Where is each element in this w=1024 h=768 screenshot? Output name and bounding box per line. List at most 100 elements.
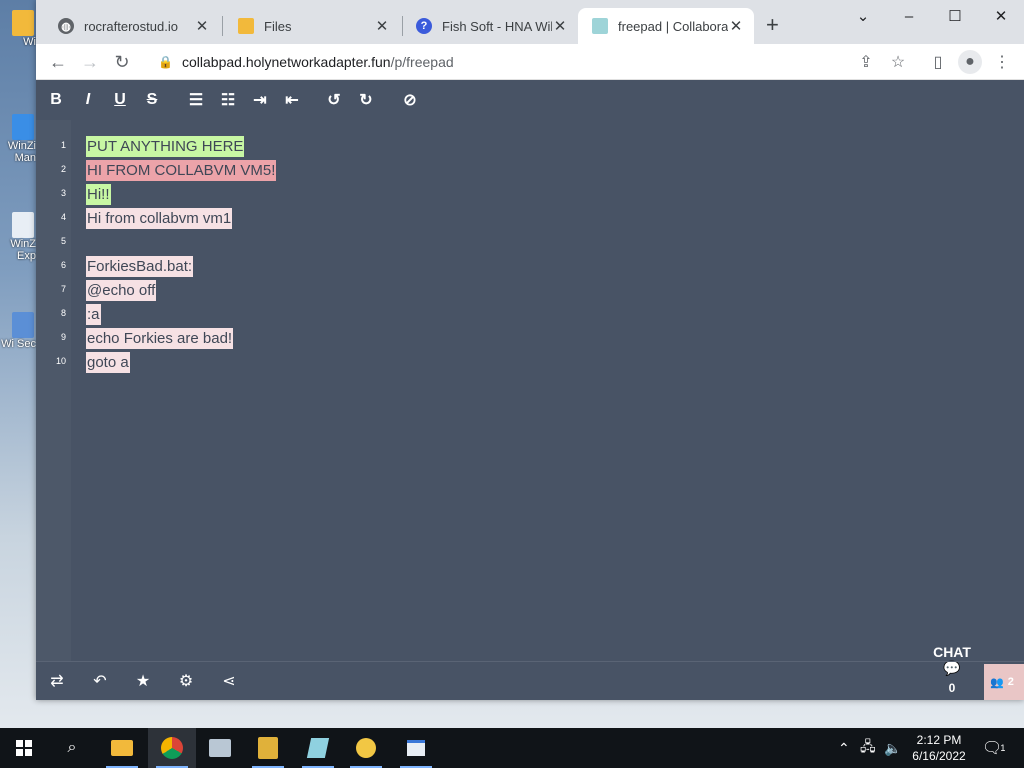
tab-rocrafterostud[interactable]: ◍ rocrafterostud.io ✕ (44, 8, 220, 44)
undo-icon[interactable]: ↺ (322, 88, 346, 112)
line-number: 6 (60, 260, 66, 270)
forward-button[interactable]: → (78, 50, 102, 74)
underline-button[interactable]: U (108, 88, 132, 112)
address-bar[interactable]: 🔒 collabpad.holynetworkadapter.fun/p/fre… (146, 48, 901, 76)
share-icon[interactable]: ⋖ (218, 670, 240, 692)
chat-label: CHAT (933, 644, 971, 660)
tab-freepad[interactable]: freepad | Collaborative ✕ (578, 8, 754, 44)
desktop-icon-label: WinZi Man (7, 140, 36, 164)
help-icon: ? (416, 18, 432, 34)
tab-title: rocrafterostud.io (84, 18, 178, 34)
tab-files[interactable]: Files ✕ (224, 8, 400, 44)
close-icon[interactable]: ✕ (374, 17, 390, 35)
indent-icon[interactable]: ⇥ (248, 88, 272, 112)
pad-line-text[interactable] (86, 240, 88, 244)
notepad-app-icon[interactable] (294, 728, 342, 768)
desktop-icon[interactable]: Wi Sec (0, 312, 36, 350)
pad-line[interactable]: :a (86, 302, 276, 326)
pad-line-text[interactable]: Hi!! (86, 183, 111, 205)
pad-line-text[interactable]: HI FROM COLLABVM VM5! (86, 159, 277, 181)
star-icon[interactable]: ★ (132, 670, 154, 692)
outdent-icon[interactable]: ⇤ (280, 88, 304, 112)
file-explorer-icon[interactable] (98, 728, 146, 768)
desktop-icons: Wi WinZi Man WinZ Exp Wi Sec (0, 0, 36, 728)
taskbar: ⌕ ⌃ 🖧 🔈 2:12 PM 6/16/2022 🗨 1 (0, 728, 1024, 768)
desktop-icon[interactable]: WinZi Man (0, 114, 36, 164)
pad-line[interactable]: @echo off (86, 278, 276, 302)
start-button[interactable] (0, 728, 48, 768)
tab-separator (222, 16, 223, 36)
pad-lines[interactable]: PUT ANYTHING HERE HI FROM COLLABVM VM5! … (86, 134, 277, 374)
close-window-button[interactable]: ✕ (978, 0, 1024, 32)
pad-line[interactable]: goto a (86, 350, 276, 374)
profile-icon[interactable]: ● (958, 50, 982, 74)
pad-line[interactable]: PUT ANYTHING HERE (86, 134, 276, 158)
desktop-icon[interactable]: WinZ Exp (0, 212, 36, 262)
pad-line[interactable]: Hi from collabvm vm1 (86, 206, 276, 230)
chevron-up-icon[interactable]: ⌃ (838, 728, 850, 768)
tab-title: Files (264, 18, 292, 34)
pad-line-text[interactable]: @echo off (86, 279, 157, 301)
pad-editor[interactable]: 1 2 3 4 5 6 7 8 9 10 PUT ANYTHING HERE H… (36, 120, 1024, 695)
redo-icon[interactable]: ↻ (354, 88, 378, 112)
gear-icon[interactable]: ⚙ (175, 670, 197, 692)
pad-line-text[interactable]: Hi from collabvm vm1 (86, 207, 233, 229)
clock[interactable]: 2:12 PM 6/16/2022 (904, 732, 974, 764)
archive-app-icon[interactable] (244, 728, 292, 768)
unordered-list-icon[interactable]: ☷ (216, 88, 240, 112)
strikethrough-button[interactable]: S (140, 88, 164, 112)
pad-line[interactable]: ForkiesBad.bat: (86, 254, 276, 278)
users-button[interactable]: 👥 2 (984, 664, 1024, 700)
globe-icon: ◍ (58, 18, 74, 34)
share-icon[interactable]: ⇪ (854, 50, 878, 74)
network-app-icon[interactable] (196, 728, 244, 768)
menu-icon[interactable]: ⋮ (990, 50, 1014, 74)
chevron-down-icon[interactable]: ⌄ (840, 0, 886, 32)
pad-line-text[interactable]: :a (86, 303, 101, 325)
pad-line[interactable]: HI FROM COLLABVM VM5! (86, 158, 277, 182)
line-number: 10 (55, 356, 66, 366)
minimize-button[interactable]: – (886, 0, 932, 32)
volume-icon[interactable]: 🔈 (884, 728, 901, 768)
pad-line[interactable] (86, 230, 276, 254)
search-icon[interactable]: ⌕ (48, 728, 96, 768)
lock-icon[interactable]: 🔒 (158, 55, 173, 69)
bookmark-star-icon[interactable]: ☆ (886, 50, 910, 74)
desktop-icon[interactable]: Wi (0, 10, 36, 48)
line-number: 9 (60, 332, 66, 342)
close-icon[interactable]: ✕ (728, 17, 744, 35)
maximize-button[interactable]: ☐ (932, 0, 978, 32)
notification-icon[interactable]: 🗨 1 (982, 728, 1005, 768)
line-number: 8 (60, 308, 66, 318)
pad-line-text[interactable]: echo Forkies are bad! (86, 327, 234, 349)
chrome-icon[interactable] (148, 728, 196, 768)
browser-window: ◍ rocrafterostud.io ✕ Files ✕ ? Fish Sof… (36, 0, 1024, 700)
bold-button[interactable]: B (44, 88, 68, 112)
pad-line-text[interactable]: PUT ANYTHING HERE (86, 135, 245, 157)
users-count: 2 (1007, 676, 1014, 688)
import-export-icon[interactable]: ⇄ (46, 670, 68, 692)
pad-line[interactable]: echo Forkies are bad! (86, 326, 276, 350)
clock-time: 2:12 PM (916, 733, 962, 747)
tab-fish-soft[interactable]: ? Fish Soft - HNA Wiki ✕ (402, 8, 578, 44)
back-button[interactable]: ← (46, 50, 70, 74)
ordered-list-icon[interactable]: ☰ (184, 88, 208, 112)
notepad-icon (592, 18, 608, 34)
close-icon[interactable]: ✕ (194, 17, 210, 35)
close-icon[interactable]: ✕ (552, 17, 568, 35)
pad-line-text[interactable]: goto a (86, 351, 130, 373)
pad-line-text[interactable]: ForkiesBad.bat: (86, 255, 194, 277)
desktop-icon-label: Wi (23, 36, 36, 48)
face-app-icon[interactable] (342, 728, 390, 768)
users-icon: 👥 (990, 676, 1004, 689)
window-app-icon[interactable] (392, 728, 440, 768)
pad-container: B I U S ☰ ☷ ⇥ ⇤ ↺ ↻ ⊘ 1 2 3 4 5 6 7 8 9 … (36, 80, 1024, 700)
clear-authorship-icon[interactable]: ⊘ (398, 88, 422, 112)
side-panel-icon[interactable]: ▯ (926, 50, 950, 74)
italic-button[interactable]: I (76, 88, 100, 112)
pad-line[interactable]: Hi!! (86, 182, 276, 206)
network-icon[interactable]: 🖧 (860, 728, 876, 768)
timeslider-history-icon[interactable]: ↶ (89, 670, 111, 692)
reload-button[interactable]: ↻ (110, 50, 134, 74)
new-tab-button[interactable]: + (766, 14, 779, 36)
